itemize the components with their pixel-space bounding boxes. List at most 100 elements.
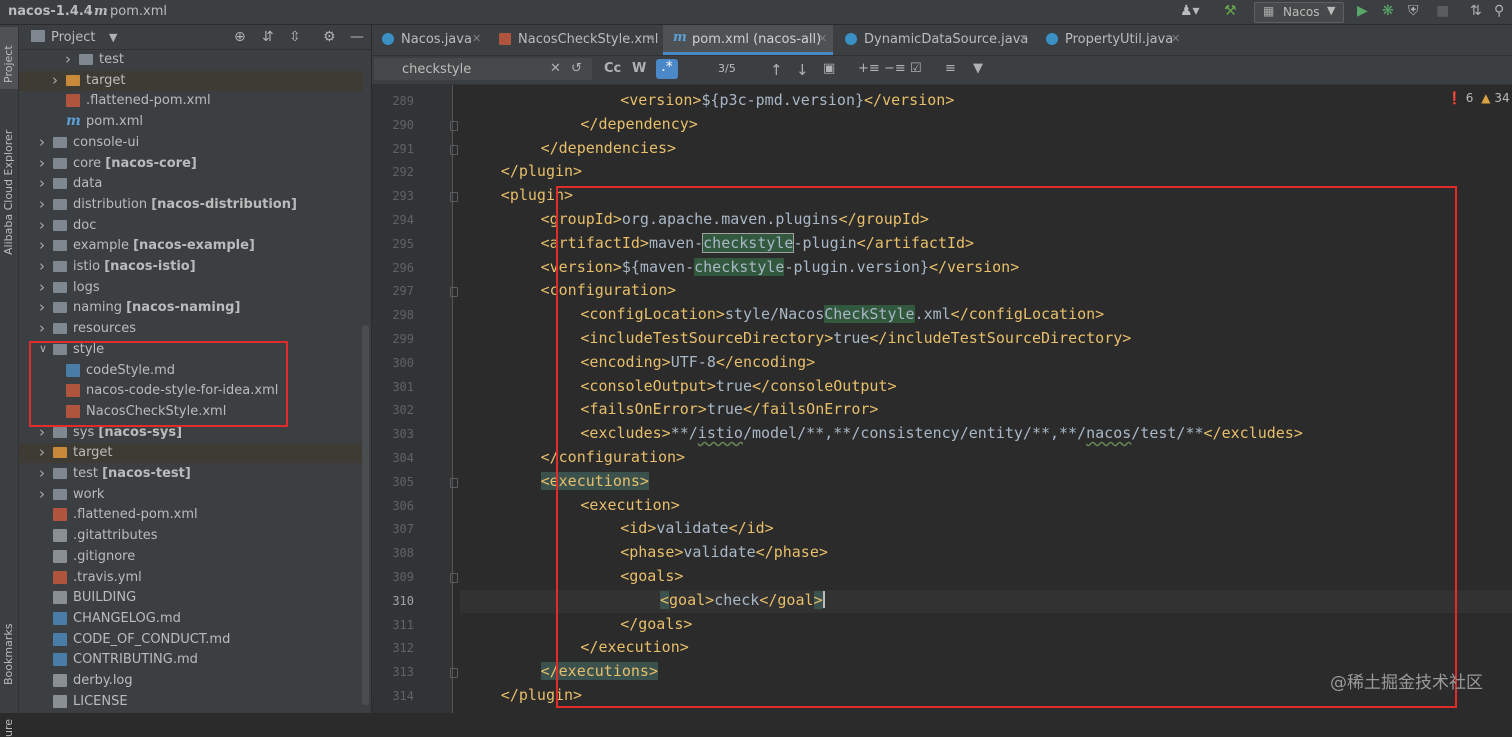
hide-panel-icon[interactable]: — (350, 29, 364, 45)
fold-marker-icon[interactable] (450, 144, 458, 155)
cloud-explorer-label[interactable]: Alibaba Cloud Explorer (2, 130, 15, 255)
chevron-right-icon[interactable]: › (39, 298, 45, 316)
words-toggle[interactable]: W (632, 61, 646, 76)
chevron-right-icon[interactable]: › (39, 278, 45, 296)
locate-file-icon[interactable]: ⊕ (234, 29, 246, 45)
chevron-down-icon[interactable]: ▼ (109, 31, 117, 44)
chevron-right-icon[interactable]: › (39, 464, 45, 482)
remove-selection-icon[interactable]: −≡ (884, 61, 906, 76)
tree-item[interactable]: derby.log (19, 671, 363, 691)
close-icon[interactable]: ✕ (818, 32, 827, 45)
chevron-right-icon[interactable]: › (52, 71, 58, 89)
tree-item[interactable]: .gitattributes (19, 526, 363, 546)
tree-item[interactable]: .travis.yml (19, 568, 363, 588)
editor-tab[interactable]: DynamicDataSource.java ✕ (835, 25, 1034, 55)
line-number-gutter[interactable]: 289 290 291 292 293 294 295 296 297 298 299 300 301 3… (372, 85, 458, 713)
tree-item[interactable]: CHANGELOG.md (19, 609, 363, 629)
tree-item[interactable]: .gitignore (19, 547, 363, 567)
code-editor[interactable]: 289 290 291 292 293 294 295 296 297 298 299 300 301 3… (372, 85, 1512, 713)
fold-marker-icon[interactable] (450, 668, 458, 679)
editor-tab[interactable]: Nacos.java ✕ (372, 25, 487, 55)
debug-bug-icon[interactable]: ❋ (1382, 3, 1394, 19)
editor-tab[interactable]: PropertyUtil.java ✕ (1036, 25, 1186, 55)
tree-item[interactable]: › naming [nacos-naming] (19, 298, 363, 318)
tree-item[interactable]: › resources (19, 319, 363, 339)
select-all-icon[interactable]: ☑ (910, 61, 922, 76)
tree-item[interactable]: .flattened-pom.xml (19, 505, 363, 525)
chevron-right-icon[interactable]: › (39, 485, 45, 503)
fold-marker-icon[interactable] (450, 120, 458, 131)
tree-item[interactable]: › istio [nacos-istio] (19, 257, 363, 277)
tree-item[interactable]: › example [nacos-example] (19, 236, 363, 256)
tree-item[interactable]: › data (19, 174, 363, 194)
tree-item[interactable]: LICENSE (19, 692, 363, 712)
tree-item[interactable]: › doc (19, 216, 363, 236)
problems-indicator[interactable]: ❗ 6 ▲ 34 (1447, 91, 1510, 105)
user-icon[interactable]: ♟▾ (1180, 3, 1200, 19)
chevron-right-icon[interactable]: › (39, 443, 45, 461)
bookmarks-label[interactable]: Bookmarks (2, 624, 15, 685)
chevron-right-icon[interactable]: › (39, 195, 45, 213)
project-tool-label[interactable]: Project (2, 45, 15, 83)
fold-marker-icon[interactable] (450, 573, 458, 583)
filter-icon[interactable]: ▼ (973, 61, 983, 76)
vcs-icon[interactable]: ⇅ (1470, 3, 1482, 19)
scrollbar[interactable] (362, 325, 369, 705)
search-history-icon[interactable]: ↺ (571, 61, 582, 76)
chevron-right-icon[interactable]: › (65, 50, 71, 68)
tree-item[interactable]: CONTRIBUTING.md (19, 650, 363, 670)
previous-occurrence-icon[interactable]: ↑ (770, 61, 783, 79)
chevron-right-icon[interactable]: › (39, 133, 45, 151)
close-icon[interactable]: ✕ (1019, 32, 1028, 45)
build-hammer-icon[interactable]: ⚒ (1224, 3, 1237, 19)
expand-all-icon[interactable]: ⇵ (262, 29, 274, 45)
tree-item[interactable]: CODE_OF_CONDUCT.md (19, 630, 363, 650)
editor-tab[interactable]: NacosCheckStyle.xml ✕ (489, 25, 661, 55)
chevron-right-icon[interactable]: › (39, 319, 45, 337)
tree-item[interactable]: BUILDING (19, 588, 363, 608)
editor-tab[interactable]: m pom.xml (nacos-all) ✕ (663, 25, 833, 55)
gear-icon[interactable]: ⚙ (323, 29, 336, 45)
chevron-right-icon[interactable]: › (39, 174, 45, 192)
run-icon[interactable]: ▶ (1357, 3, 1368, 19)
coverage-icon[interactable]: ⛨ (1408, 3, 1419, 19)
fold-marker-icon[interactable] (450, 477, 458, 488)
breadcrumb-file[interactable]: pom.xml (110, 4, 167, 19)
close-icon[interactable]: ✕ (472, 32, 481, 45)
fold-marker-icon[interactable] (450, 192, 458, 203)
tree-item[interactable]: › target (19, 443, 363, 464)
chevron-right-icon[interactable]: › (39, 154, 45, 172)
tree-item[interactable]: › core [nacos-core] (19, 154, 363, 174)
breadcrumb-project[interactable]: nacos-1.4.4 (8, 4, 93, 19)
stop-icon[interactable]: ■ (1436, 3, 1449, 19)
chevron-right-icon[interactable]: › (39, 257, 45, 275)
match-case-toggle[interactable]: Cc (604, 61, 621, 76)
search-everywhere-icon[interactable]: ⚲ (1494, 3, 1504, 19)
tree-item[interactable]: › test [nacos-test] (19, 464, 363, 484)
code-line[interactable]: </dependencies> (541, 139, 676, 162)
next-occurrence-icon[interactable]: ↓ (796, 61, 809, 79)
chevron-right-icon[interactable]: › (39, 236, 45, 254)
tree-item[interactable]: m pom.xml (19, 112, 363, 132)
tree-item[interactable]: › logs (19, 278, 363, 298)
code-line[interactable]: </plugin> (501, 162, 582, 185)
run-configuration-select[interactable]: ▦ Nacos ▼ (1254, 2, 1344, 23)
structure-label[interactable]: ure (2, 719, 15, 737)
project-view-title[interactable]: Project (51, 30, 95, 45)
filter-options-icon[interactable]: ≡ (945, 61, 956, 76)
tree-item[interactable]: › console-ui (19, 133, 363, 153)
close-icon[interactable]: ✕ (646, 32, 655, 45)
clear-search-icon[interactable]: ✕ (550, 61, 561, 76)
regex-toggle[interactable]: .* (656, 59, 678, 79)
tree-item[interactable]: .flattened-pom.xml (19, 91, 363, 111)
select-all-occurrences-icon[interactable]: ▣ (823, 61, 835, 76)
tree-item[interactable]: › distribution [nacos-distribution] (19, 195, 363, 215)
code-line[interactable]: </dependency> (580, 115, 697, 138)
collapse-all-icon[interactable]: ⇳ (289, 29, 301, 45)
tree-item[interactable]: › work (19, 485, 363, 505)
fold-marker-icon[interactable] (450, 287, 458, 298)
tree-item[interactable]: › target (19, 70, 363, 91)
code-line[interactable]: <version>${p3c-pmd.version}</version> (620, 91, 954, 114)
add-selection-icon[interactable]: +≡ (858, 61, 880, 76)
close-icon[interactable]: ✕ (1171, 32, 1180, 45)
